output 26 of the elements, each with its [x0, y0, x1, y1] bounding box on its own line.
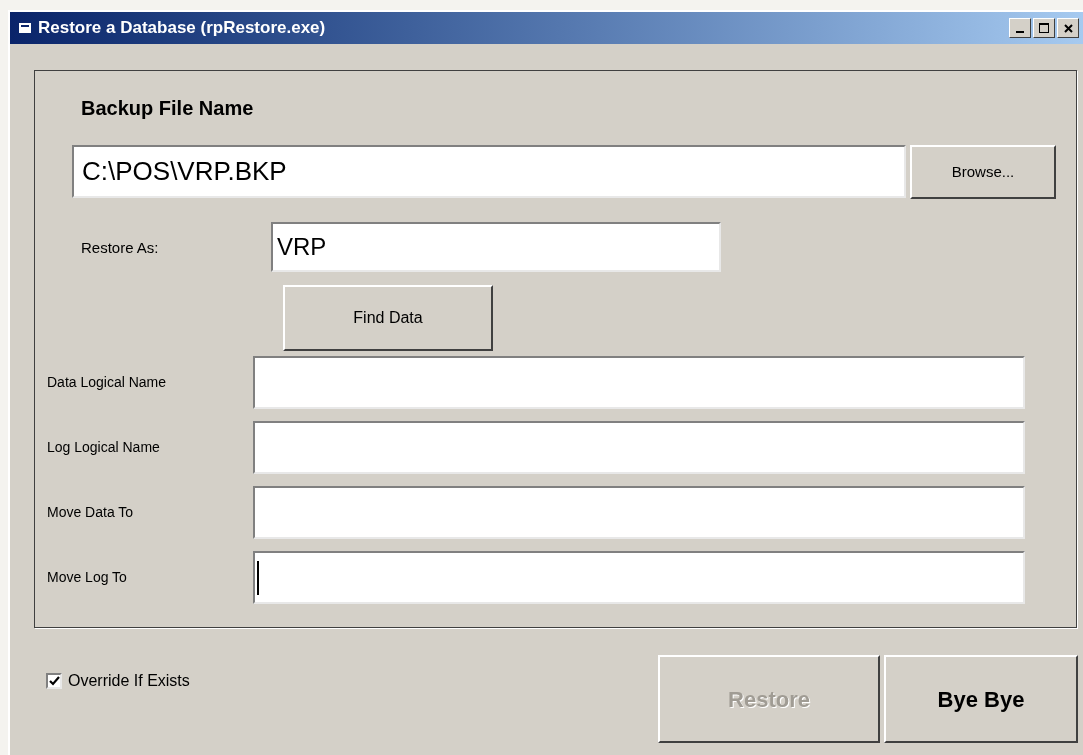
maximize-button[interactable]: [1033, 18, 1055, 38]
maximize-icon: [1039, 23, 1049, 33]
field-label: Data Logical Name: [47, 373, 168, 392]
restore-as-label: Restore As:: [81, 238, 159, 258]
checkmark-icon: [48, 676, 60, 686]
text-field[interactable]: [253, 421, 1025, 474]
exit-button[interactable]: Bye Bye: [884, 655, 1078, 743]
field-label: Move Log To: [47, 568, 128, 587]
text-field[interactable]: [253, 486, 1025, 539]
file-name-field[interactable]: C:\POS\VRP.BKP: [72, 145, 906, 198]
window-title: Restore a Database (rpRestore.exe): [38, 17, 326, 40]
text-field[interactable]: [253, 356, 1025, 409]
field-label: Log Logical Name: [47, 438, 161, 457]
minimize-icon: [1016, 31, 1024, 33]
find-data-button[interactable]: Find Data: [283, 285, 493, 351]
override-checkbox[interactable]: [46, 673, 62, 689]
window-icon: [18, 21, 34, 35]
text-field[interactable]: [253, 551, 1025, 604]
field-label: Move Data To: [47, 503, 135, 522]
override-label: Override If Exists: [68, 671, 190, 691]
minimize-button[interactable]: [1009, 18, 1031, 38]
browse-button[interactable]: Browse...: [910, 145, 1056, 199]
group-heading: Backup File Name: [81, 96, 254, 121]
restore-as-field[interactable]: VRP: [271, 222, 721, 272]
close-icon: [1063, 23, 1073, 33]
close-button[interactable]: [1057, 18, 1079, 38]
